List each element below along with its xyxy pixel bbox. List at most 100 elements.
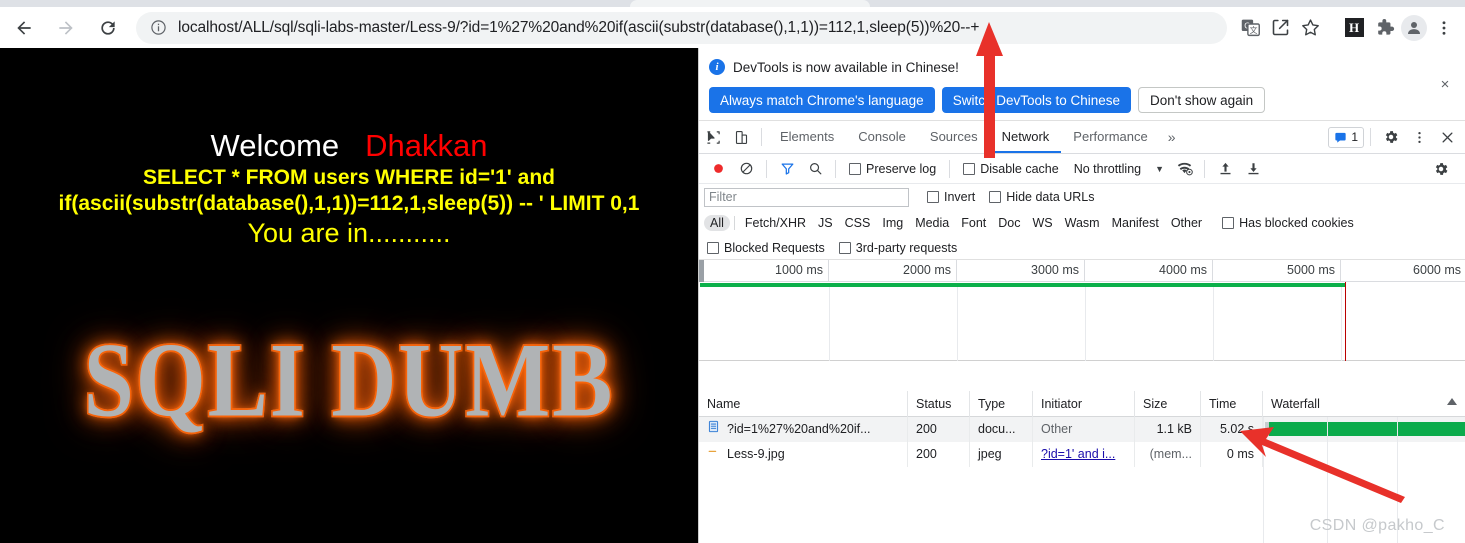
overview-left-handle[interactable]	[699, 260, 704, 282]
disable-cache-box	[963, 162, 976, 175]
device-toolbar-icon[interactable]	[727, 123, 755, 151]
tab-strip	[0, 0, 1465, 7]
devtools-more-options-icon[interactable]	[1405, 123, 1433, 151]
type-filter-all[interactable]: All	[704, 215, 730, 231]
network-table-header: Name Status Type Initiator Size Time Wat…	[699, 390, 1465, 417]
type-filter-img[interactable]: Img	[876, 215, 909, 231]
badge-divider	[1370, 128, 1371, 146]
inspect-element-icon[interactable]	[699, 123, 727, 151]
sql-query-line-1: SELECT * FROM users WHERE id='1' and	[143, 166, 555, 189]
network-request-table: Name Status Type Initiator Size Time Wat…	[699, 390, 1465, 543]
throttling-dropdown[interactable]: No throttling ▼	[1074, 162, 1164, 176]
column-header-initiator[interactable]: Initiator	[1033, 390, 1135, 417]
tab-network[interactable]: Network	[989, 121, 1062, 153]
type-filter-js[interactable]: JS	[812, 215, 839, 231]
preserve-log-box	[849, 162, 861, 175]
table-row[interactable]: Less-9.jpg 200 jpeg ?id=1' and i... (mem…	[699, 442, 1465, 467]
hide-data-urls-box	[989, 191, 1002, 203]
timeline-tick-label: 3000 ms	[1031, 263, 1079, 277]
type-filter-manifest[interactable]: Manifest	[1106, 215, 1165, 231]
has-blocked-cookies-box	[1222, 217, 1235, 229]
resource-type-filter-row: All Fetch/XHR JS CSS Img Media Font Doc …	[699, 210, 1465, 236]
chevron-down-icon: ▼	[1155, 163, 1165, 174]
record-network-log-icon[interactable]	[704, 155, 732, 183]
document-icon	[707, 417, 720, 442]
tab-overflow-icon[interactable]: »	[1160, 129, 1184, 145]
search-icon[interactable]	[801, 155, 829, 183]
avatar	[1401, 14, 1427, 41]
reload-button[interactable]	[90, 10, 126, 46]
dont-show-again-button[interactable]: Don't show again	[1138, 87, 1266, 113]
chrome-menu-icon[interactable]	[1429, 13, 1459, 43]
always-match-language-button[interactable]: Always match Chrome's language	[709, 87, 935, 113]
table-row[interactable]: ?id=1%27%20and%20if... 200 docu... Other…	[699, 417, 1465, 442]
cell-name: Less-9.jpg	[699, 442, 908, 467]
type-filter-ws[interactable]: WS	[1026, 215, 1058, 231]
network-conditions-wifi-icon[interactable]	[1170, 155, 1198, 183]
type-filter-media[interactable]: Media	[909, 215, 955, 231]
share-icon[interactable]	[1265, 13, 1295, 43]
type-filter-fetch-xhr[interactable]: Fetch/XHR	[739, 215, 812, 231]
timeline-tick-3000ms: 3000 ms	[957, 260, 1085, 282]
issues-badge[interactable]: 1	[1328, 126, 1364, 148]
invert-checkbox[interactable]: Invert	[927, 190, 975, 204]
switch-devtools-to-chinese-button[interactable]: Switch DevTools to Chinese	[941, 87, 1132, 113]
clear-network-log-icon[interactable]	[732, 155, 760, 183]
hide-data-urls-checkbox[interactable]: Hide data URLs	[989, 190, 1095, 204]
export-har-icon[interactable]	[1239, 155, 1267, 183]
type-filter-css[interactable]: CSS	[839, 215, 877, 231]
type-filter-other[interactable]: Other	[1165, 215, 1208, 231]
cell-initiator[interactable]: ?id=1' and i...	[1033, 442, 1135, 467]
tab-console[interactable]: Console	[846, 121, 918, 153]
import-har-icon[interactable]	[1211, 155, 1239, 183]
column-header-status[interactable]: Status	[908, 390, 970, 417]
timeline-tick-label: 6000 ms	[1413, 263, 1461, 277]
cell-time: 5.02 s	[1201, 417, 1263, 442]
column-header-waterfall[interactable]: Waterfall	[1263, 391, 1465, 417]
column-header-time[interactable]: Time	[1201, 390, 1263, 417]
overview-load-bar	[700, 283, 1345, 287]
column-header-size[interactable]: Size	[1135, 390, 1201, 417]
back-button[interactable]	[6, 10, 42, 46]
overview-gridline	[1213, 287, 1214, 361]
type-filter-wasm[interactable]: Wasm	[1059, 215, 1106, 231]
profile-avatar[interactable]	[1399, 13, 1429, 43]
site-info-icon[interactable]	[150, 19, 167, 36]
disable-cache-checkbox[interactable]: Disable cache	[963, 162, 1059, 176]
network-overview-timeline[interactable]: 1000 ms 2000 ms 3000 ms 4000 ms 5000 ms …	[699, 260, 1465, 361]
preserve-log-checkbox[interactable]: Preserve log	[849, 162, 936, 176]
column-header-name[interactable]: Name	[699, 390, 908, 417]
extension-h-icon[interactable]: H	[1339, 13, 1369, 43]
bookmark-star-icon[interactable]	[1295, 13, 1325, 43]
tab-sources[interactable]: Sources	[918, 121, 990, 153]
cell-size: (mem...	[1135, 442, 1201, 467]
type-filter-font[interactable]: Font	[955, 215, 992, 231]
svg-text:文: 文	[1249, 25, 1257, 35]
tab-performance[interactable]: Performance	[1061, 121, 1159, 153]
overview-gridline	[957, 287, 958, 361]
column-header-type[interactable]: Type	[970, 390, 1033, 417]
address-bar[interactable]: localhost/ALL/sql/sqli-labs-master/Less-…	[136, 11, 1227, 44]
filter-funnel-icon[interactable]	[773, 155, 801, 183]
extensions-puzzle-icon[interactable]	[1369, 13, 1399, 43]
network-settings-gear-icon[interactable]	[1427, 155, 1455, 183]
third-party-requests-checkbox[interactable]: 3rd-party requests	[838, 241, 957, 255]
notification-close-icon[interactable]: ×	[1437, 77, 1453, 93]
timeline-tick-2000ms: 2000 ms	[829, 260, 957, 282]
tab-elements[interactable]: Elements	[768, 121, 846, 153]
translate-icon[interactable]: G 文	[1235, 13, 1265, 43]
has-blocked-cookies-checkbox[interactable]: Has blocked cookies	[1222, 216, 1354, 230]
devtools-settings-gear-icon[interactable]	[1377, 123, 1405, 151]
info-icon: i	[709, 59, 725, 75]
blocked-requests-checkbox[interactable]: Blocked Requests	[707, 241, 825, 255]
devtools-close-icon[interactable]	[1433, 123, 1461, 151]
sort-ascending-icon[interactable]	[1447, 398, 1457, 405]
forward-button[interactable]	[48, 10, 84, 46]
type-filter-doc[interactable]: Doc	[992, 215, 1026, 231]
browser-chrome: localhost/ALL/sql/sqli-labs-master/Less-…	[0, 0, 1465, 48]
active-tab[interactable]	[630, 0, 870, 7]
sqli-dumb-logo-text: SQLI DUMB	[82, 319, 615, 441]
filter-input[interactable]	[704, 187, 909, 207]
timeline-tick-label: 5000 ms	[1287, 263, 1335, 277]
invert-box	[927, 191, 939, 203]
